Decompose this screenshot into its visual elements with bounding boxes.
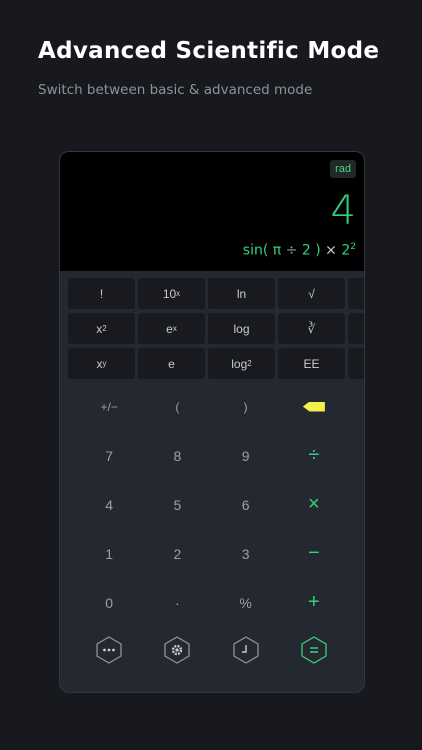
log-key[interactable]: log xyxy=(208,313,275,344)
expr-divide: ÷ xyxy=(285,242,298,259)
gear-icon xyxy=(164,636,191,664)
expression-line: sin( π ÷ 2 ) × 22 xyxy=(243,242,356,259)
expr-base: 2 xyxy=(341,242,351,259)
log2-key[interactable]: log 2 xyxy=(208,348,275,379)
expr-pi: π xyxy=(272,242,282,259)
cbrt-key[interactable]: ∛ xyxy=(278,313,345,344)
more-dots-icon xyxy=(96,636,122,664)
key-4[interactable]: 4 xyxy=(75,480,143,529)
clock-icon xyxy=(232,636,259,664)
menu-button[interactable] xyxy=(75,630,143,670)
calculator-display: rad 4 sin( π ÷ 2 ) × 22 xyxy=(60,152,364,271)
sci-key-hidden-2[interactable] xyxy=(348,313,364,344)
multiply-key[interactable]: × xyxy=(280,480,348,529)
key-3[interactable]: 3 xyxy=(212,529,280,578)
equals-button[interactable] xyxy=(280,630,348,670)
left-paren-key[interactable]: ( xyxy=(143,382,211,431)
key-0[interactable]: 0 xyxy=(75,578,143,627)
factorial-key[interactable]: ! xyxy=(68,278,135,309)
expr-exponent: 2 xyxy=(350,242,356,252)
decimal-key[interactable]: · xyxy=(143,578,211,627)
sci-key-hidden-3[interactable] xyxy=(348,348,364,379)
delete-key[interactable] xyxy=(280,382,348,431)
page-subtitle: Switch between basic & advanced mode xyxy=(38,82,313,98)
key-1[interactable]: 1 xyxy=(75,529,143,578)
calculator-screen: rad 4 sin( π ÷ 2 ) × 22 ! 10 x ln √ x2 ex… xyxy=(59,151,365,693)
expr-fn: sin( xyxy=(242,242,269,259)
minus-key[interactable]: − xyxy=(280,529,348,578)
exp-key[interactable]: ex xyxy=(138,313,205,344)
page-headline: Advanced Scientific Mode xyxy=(38,38,380,64)
equals-icon xyxy=(301,636,327,664)
key-9[interactable]: 9 xyxy=(212,431,280,480)
expr-multiply: × xyxy=(325,242,337,259)
power-key[interactable]: xy xyxy=(68,348,135,379)
expr-two: 2 xyxy=(301,242,311,259)
divide-key[interactable]: ÷ xyxy=(280,431,348,480)
expr-close: ) xyxy=(315,242,321,259)
key-6[interactable]: 6 xyxy=(212,480,280,529)
key-8[interactable]: 8 xyxy=(143,431,211,480)
result-value: 4 xyxy=(330,188,356,234)
key-7[interactable]: 7 xyxy=(75,431,143,480)
percent-key[interactable]: % xyxy=(212,578,280,627)
basic-keypad: +/− ( ) 7 8 9 ÷ 4 5 6 × 1 2 3 − 0 · % + xyxy=(75,382,348,627)
history-button[interactable] xyxy=(212,630,280,670)
square-key[interactable]: x2 xyxy=(68,313,135,344)
scientific-keys: ! 10 x ln √ x2 ex log ∛ xy e log 2 EE xyxy=(68,278,364,379)
sci-key-hidden-1[interactable] xyxy=(348,278,364,309)
bottom-toolbar xyxy=(75,630,348,670)
sqrt-key[interactable]: √ xyxy=(278,278,345,309)
ten-power-key[interactable]: 10 x xyxy=(138,278,205,309)
ee-key[interactable]: EE xyxy=(278,348,345,379)
angle-mode-toggle[interactable]: rad xyxy=(330,160,356,178)
sign-key[interactable]: +/− xyxy=(75,382,143,431)
right-paren-key[interactable]: ) xyxy=(212,382,280,431)
ln-key[interactable]: ln xyxy=(208,278,275,309)
key-2[interactable]: 2 xyxy=(143,529,211,578)
settings-button[interactable] xyxy=(143,630,211,670)
euler-key[interactable]: e xyxy=(138,348,205,379)
key-5[interactable]: 5 xyxy=(143,480,211,529)
backspace-icon xyxy=(302,401,325,412)
plus-key[interactable]: + xyxy=(280,578,348,627)
